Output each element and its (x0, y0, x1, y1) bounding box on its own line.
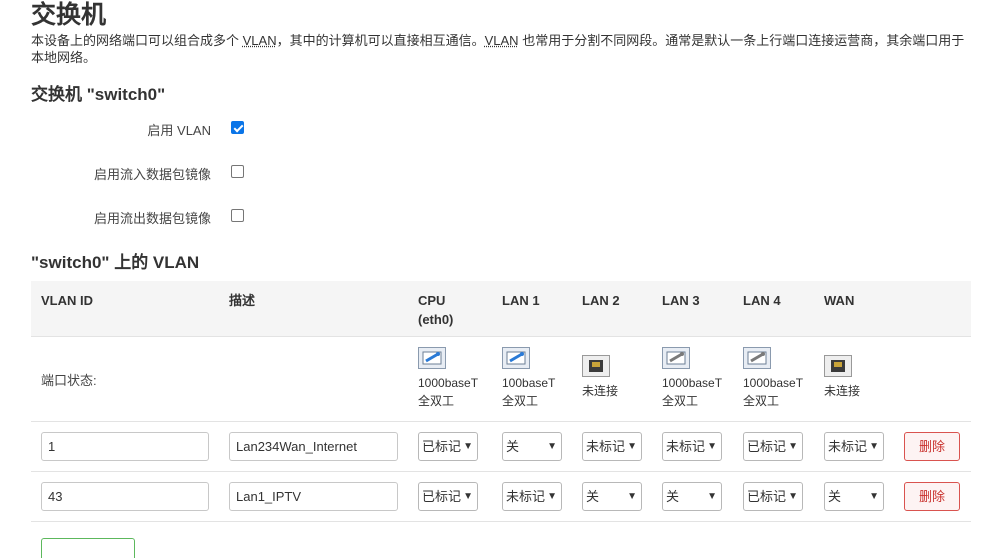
enable-vlan-checkbox[interactable] (231, 121, 244, 134)
vlan-description-input[interactable] (229, 482, 398, 511)
page-description: 本设备上的网络端口可以组合成多个 VLAN，其中的计算机可以直接相互通信。VLA… (31, 32, 976, 66)
chevron-down-icon: ▼ (869, 441, 879, 452)
option-ingress-mirror: 启用流入数据包镜像 (0, 162, 400, 182)
port-status-wan: 未连接 (824, 355, 894, 400)
select-value: 未标记 (506, 489, 546, 504)
port-status-row: 端口状态: 1000baseT 全双工 100baseT 全双工 未连接 100… (31, 337, 971, 422)
egress-mirror-checkbox[interactable] (231, 209, 244, 222)
table-header: VLAN ID 描述 CPU (eth0) LAN 1 LAN 2 LAN 3 L… (31, 281, 971, 337)
add-vlan-button[interactable] (41, 538, 135, 558)
select-value: 未标记 (828, 439, 868, 454)
chevron-down-icon: ▼ (463, 491, 473, 502)
header-cpu: CPU (eth0) (418, 291, 453, 329)
vlan-description-input[interactable] (229, 432, 398, 461)
port-duplex: 全双工 (743, 394, 780, 408)
ingress-mirror-checkbox[interactable] (231, 165, 244, 178)
option-label: 启用 VLAN (147, 123, 211, 138)
lan1-port-select[interactable]: 未标记 ▼ (502, 482, 562, 511)
select-value: 未标记 (586, 439, 626, 454)
port-speed: 1000baseT (743, 376, 804, 390)
vlan-abbr[interactable]: VLAN (485, 33, 519, 48)
table-row: 已标记▼ 关▼ 未标记▼ 未标记▼ 已标记▼ 未标记▼ 删除 (31, 422, 971, 472)
port-status-cpu: 1000baseT 全双工 (418, 347, 488, 410)
cpu-port-select[interactable]: 已标记 ▼ (418, 482, 478, 511)
header-lan1: LAN 1 (502, 293, 540, 308)
select-value: 已标记 (747, 489, 787, 504)
select-value: 关 (506, 439, 520, 454)
header-lan3: LAN 3 (662, 293, 700, 308)
header-lan2: LAN 2 (582, 293, 620, 308)
option-label: 启用流出数据包镜像 (93, 211, 211, 226)
chevron-down-icon: ▼ (869, 491, 879, 502)
wan-port-select[interactable]: 关 ▼ (824, 482, 884, 511)
page-title: 交换机 (31, 1, 107, 29)
select-value: 关 (586, 489, 600, 504)
delete-button[interactable]: 删除 (904, 432, 960, 461)
vlan-id-input[interactable] (41, 482, 209, 511)
header-cpu-line2: (eth0) (418, 312, 454, 327)
header-wan: WAN (824, 293, 855, 308)
vlan-id-input[interactable] (41, 432, 209, 461)
port-speed: 1000baseT (662, 376, 723, 390)
select-value: 已标记 (422, 489, 462, 504)
chevron-down-icon: ▼ (788, 491, 798, 502)
port-connected-icon (662, 347, 690, 369)
header-vlan-id: VLAN ID (41, 293, 93, 308)
lan4-port-select[interactable]: 已标记 ▼ (743, 432, 803, 461)
lan4-port-select[interactable]: 已标记 ▼ (743, 482, 803, 511)
wan-port-select[interactable]: 未标记 ▼ (824, 432, 884, 461)
port-connected-icon (502, 347, 530, 369)
chevron-down-icon: ▼ (463, 441, 473, 452)
header-description: 描述 (229, 293, 256, 308)
table-row: 已标记▼ 未标记▼ 关▼ 关▼ 已标记▼ 关▼ 删除 (31, 472, 971, 522)
port-duplex: 全双工 (418, 394, 455, 408)
select-value: 关 (666, 489, 680, 504)
chevron-down-icon: ▼ (788, 441, 798, 452)
vlan-section-title: "switch0" 上的 VLAN (31, 253, 200, 272)
description-text: ，其中的计算机可以直接相互通信。 (276, 33, 485, 48)
vlan-abbr[interactable]: VLAN (243, 33, 277, 48)
header-lan4: LAN 4 (743, 293, 781, 308)
port-disconnected-icon (582, 355, 610, 377)
port-connected-icon (418, 347, 446, 369)
port-status-label: 端口状态: (41, 373, 97, 388)
port-speed: 1000baseT (418, 376, 479, 390)
port-duplex: 全双工 (662, 394, 699, 408)
cpu-port-select[interactable]: 已标记 ▼ (418, 432, 478, 461)
chevron-down-icon: ▼ (627, 491, 637, 502)
switch-section-title: 交换机 "switch0" (31, 85, 166, 104)
select-value: 已标记 (747, 439, 787, 454)
select-value: 未标记 (666, 439, 706, 454)
chevron-down-icon: ▼ (707, 491, 717, 502)
select-value: 关 (828, 489, 842, 504)
option-egress-mirror: 启用流出数据包镜像 (0, 206, 400, 226)
option-label: 启用流入数据包镜像 (93, 167, 211, 182)
description-text: 本设备上的网络端口可以组合成多个 (31, 33, 243, 48)
port-speed: 未连接 (824, 384, 861, 398)
port-status-lan1: 100baseT 全双工 (502, 347, 572, 410)
port-status-lan4: 1000baseT 全双工 (743, 347, 813, 410)
lan3-port-select[interactable]: 关 ▼ (662, 482, 722, 511)
port-status-lan2: 未连接 (582, 355, 652, 400)
port-duplex: 全双工 (502, 394, 539, 408)
select-value: 已标记 (422, 439, 462, 454)
lan2-port-select[interactable]: 关 ▼ (582, 482, 642, 511)
port-disconnected-icon (824, 355, 852, 377)
option-enable-vlan: 启用 VLAN (0, 118, 400, 138)
delete-button[interactable]: 删除 (904, 482, 960, 511)
port-connected-icon (743, 347, 771, 369)
lan3-port-select[interactable]: 未标记 ▼ (662, 432, 722, 461)
chevron-down-icon: ▼ (547, 441, 557, 452)
chevron-down-icon: ▼ (547, 491, 557, 502)
chevron-down-icon: ▼ (627, 441, 637, 452)
lan2-port-select[interactable]: 未标记 ▼ (582, 432, 642, 461)
port-speed: 未连接 (582, 384, 619, 398)
chevron-down-icon: ▼ (707, 441, 717, 452)
port-speed: 100baseT (502, 376, 556, 390)
port-status-lan3: 1000baseT 全双工 (662, 347, 732, 410)
header-cpu-line1: CPU (418, 293, 446, 308)
lan1-port-select[interactable]: 关 ▼ (502, 432, 562, 461)
